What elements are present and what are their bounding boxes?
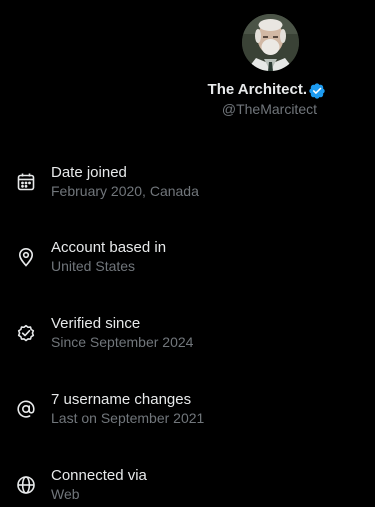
name-row: The Architect.: [0, 80, 375, 102]
at-sign-icon: [16, 399, 36, 419]
info-row-verified-since: Verified since Since September 2024: [0, 315, 375, 355]
calendar-icon: [16, 172, 36, 192]
info-subtitle: Since September 2024: [51, 334, 194, 350]
info-subtitle: United States: [51, 258, 136, 274]
verified-check-icon: [16, 323, 36, 343]
info-row-account-based-in: Account based in United States: [0, 239, 375, 279]
info-title: Connected via: [51, 467, 147, 484]
info-subtitle: Last on September 2021: [51, 410, 205, 426]
info-title: 7 username changes: [51, 391, 192, 408]
avatar[interactable]: [242, 14, 299, 71]
info-row-username-changes: 7 username changes Last on September 202…: [0, 391, 375, 431]
info-title: Date joined: [51, 164, 127, 181]
info-title: Verified since: [51, 315, 141, 332]
location-pin-icon: [16, 247, 36, 267]
avatar-image: [242, 14, 299, 71]
username-handle[interactable]: @TheMarcitect: [222, 101, 317, 117]
info-subtitle: Web: [51, 486, 80, 502]
profile-header: The Architect. @TheMarcitect: [0, 14, 375, 124]
info-subtitle: February 2020, Canada: [51, 183, 199, 199]
info-row-date-joined: Date joined February 2020, Canada: [0, 164, 375, 204]
display-name[interactable]: The Architect.: [208, 81, 307, 98]
info-row-connected-via: Connected via Web: [0, 467, 375, 507]
globe-icon: [16, 475, 36, 495]
verified-badge-icon[interactable]: [308, 82, 326, 100]
info-title: Account based in: [51, 239, 167, 256]
